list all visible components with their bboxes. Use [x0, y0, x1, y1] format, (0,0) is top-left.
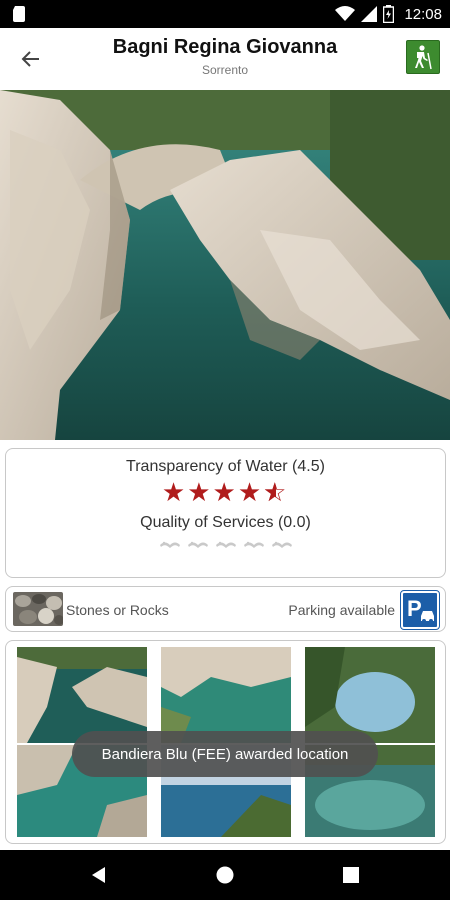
- star-half-icon: ☆ ★: [263, 478, 287, 508]
- battery-charging-icon: [383, 5, 395, 23]
- star-full-icon: ★: [161, 478, 186, 508]
- gallery-photo[interactable]: [17, 647, 147, 743]
- water-stars: ★ ★ ★ ★ ☆ ★: [6, 480, 445, 506]
- features-card: Stones or Rocks Parking available P: [5, 586, 446, 632]
- star-full-icon: ★: [187, 478, 211, 508]
- seagull-icon: [159, 541, 180, 548]
- nav-back-button[interactable]: [86, 862, 112, 888]
- seagull-icon: [271, 541, 292, 548]
- page-subtitle: Sorrento: [201, 63, 249, 77]
- stones-thumbnail: [13, 592, 63, 626]
- water-transparency-label: Transparency of Water (4.5): [126, 458, 325, 475]
- ratings-card: Transparency of Water (4.5) ★ ★ ★ ★ ☆ ★ …: [5, 448, 446, 578]
- cell-signal-icon: [361, 6, 378, 22]
- back-triangle-icon: [92, 867, 105, 883]
- gallery-photo[interactable]: [305, 647, 435, 743]
- back-button[interactable]: [14, 42, 48, 76]
- cove-illustration: [0, 90, 450, 440]
- nav-home-button[interactable]: [212, 862, 238, 888]
- page-title: Bagni Regina Giovanna: [112, 36, 338, 58]
- status-icons: 12:08: [335, 0, 442, 28]
- nav-recents-button[interactable]: [338, 862, 364, 888]
- sim-card-icon: [13, 6, 25, 22]
- system-nav-bar: [0, 850, 450, 900]
- hiking-button[interactable]: [406, 40, 440, 74]
- wifi-icon: [335, 6, 356, 21]
- beach-type-label: Stones or Rocks: [66, 602, 169, 618]
- svg-text:P: P: [407, 596, 422, 621]
- seagull-icon: [215, 541, 236, 548]
- seagull-icon: [187, 541, 208, 548]
- service-rating-icons: [6, 538, 445, 552]
- clock: 12:08: [404, 5, 442, 23]
- recents-square-icon: [343, 867, 359, 883]
- arrow-left-icon: [21, 51, 39, 67]
- star-full-icon: ★: [212, 478, 236, 508]
- gallery-photo[interactable]: [161, 647, 291, 743]
- parking-icon: P: [400, 590, 440, 630]
- hero-photo[interactable]: [0, 90, 450, 440]
- star-full-icon: ★: [237, 478, 262, 508]
- seagull-icon: [243, 541, 264, 548]
- status-bar: 12:08: [0, 0, 450, 28]
- title-block: Bagni Regina Giovanna Sorrento: [70, 36, 380, 77]
- hiking-icon: [415, 45, 432, 70]
- parking-label: Parking available: [288, 602, 395, 618]
- app-bar: Bagni Regina Giovanna Sorrento: [0, 28, 450, 90]
- service-quality-label: Quality of Services (0.0): [140, 514, 311, 531]
- home-circle-icon: [216, 866, 234, 884]
- toast-message: Bandiera Blu (FEE) awarded location: [72, 731, 378, 777]
